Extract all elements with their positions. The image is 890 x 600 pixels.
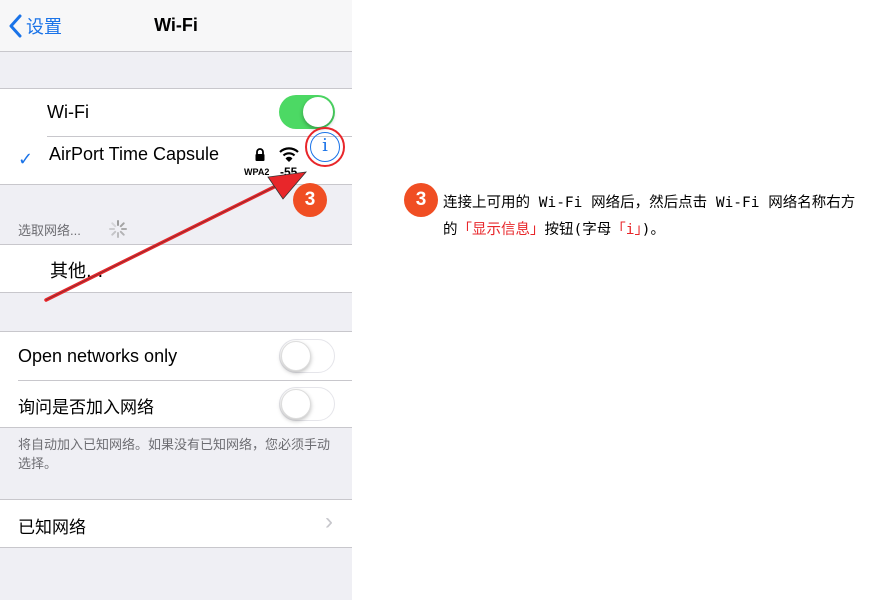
lock-icon xyxy=(255,148,265,161)
options-group: Open networks only 询问是否加入网络 xyxy=(0,331,352,428)
signal-strength: -55 xyxy=(280,165,298,179)
wifi-toggle[interactable] xyxy=(279,95,335,129)
ask-join-toggle[interactable] xyxy=(279,387,335,421)
connected-network-row[interactable]: ✓ AirPort Time Capsule WPA2 -55 i xyxy=(0,127,352,185)
open-networks-label: Open networks only xyxy=(18,346,178,366)
instruction-text: 连接上可用的 Wi-Fi 网络后，然后点击 Wi-Fi 网络名称右方的「显示信息… xyxy=(443,190,863,244)
known-networks-label: 已知网络 xyxy=(18,518,86,538)
open-networks-row: Open networks only xyxy=(0,332,352,380)
choose-network-label: 选取网络... xyxy=(18,223,81,238)
ask-join-label: 询问是否加入网络 xyxy=(18,398,154,418)
instruction-highlight: 「i」 xyxy=(611,222,642,238)
other-network-row[interactable]: 其他... xyxy=(0,245,352,293)
settings-screen: 设置 Wi-Fi Wi-Fi ✓ AirPort Time Capsule WP… xyxy=(0,0,352,600)
wifi-group: Wi-Fi ✓ AirPort Time Capsule WPA2 -55 i xyxy=(0,88,352,185)
wifi-label: Wi-Fi xyxy=(47,102,89,122)
chevron-right-icon: › xyxy=(325,508,333,535)
wifi-toggle-row: Wi-Fi xyxy=(0,89,352,137)
toggle-knob xyxy=(281,340,311,371)
toggle-knob xyxy=(303,97,333,127)
instruction-text-part: 按钮(字母 xyxy=(544,222,612,238)
known-networks-group: 已知网络 › xyxy=(0,499,352,548)
navigation-bar: 设置 Wi-Fi xyxy=(0,0,352,52)
ask-join-footer: 将自动加入已知网络。如果没有已知网络，您必须手动选择。 xyxy=(18,438,331,472)
instruction-highlight: 「显示信息」 xyxy=(457,222,545,238)
loading-spinner-icon xyxy=(109,220,127,238)
checkmark-icon: ✓ xyxy=(18,149,34,170)
step-badge: 3 xyxy=(293,183,327,217)
toggle-knob xyxy=(281,388,311,419)
choose-network-header: 选取网络... xyxy=(0,212,352,238)
other-network-label: 其他... xyxy=(50,261,104,282)
page-title: Wi-Fi xyxy=(154,15,198,35)
security-type: WPA2 xyxy=(244,167,270,177)
instruction-step-badge: 3 xyxy=(404,183,438,217)
ask-join-row: 询问是否加入网络 xyxy=(0,380,352,428)
wifi-signal-icon xyxy=(279,147,299,162)
open-networks-toggle[interactable] xyxy=(279,339,335,373)
other-network-group: 其他... xyxy=(0,244,352,293)
info-button[interactable]: i xyxy=(310,132,340,162)
known-networks-row[interactable]: 已知网络 › xyxy=(0,500,352,548)
instruction-text-part: )。 xyxy=(641,222,665,238)
network-name: AirPort Time Capsule xyxy=(49,144,220,164)
